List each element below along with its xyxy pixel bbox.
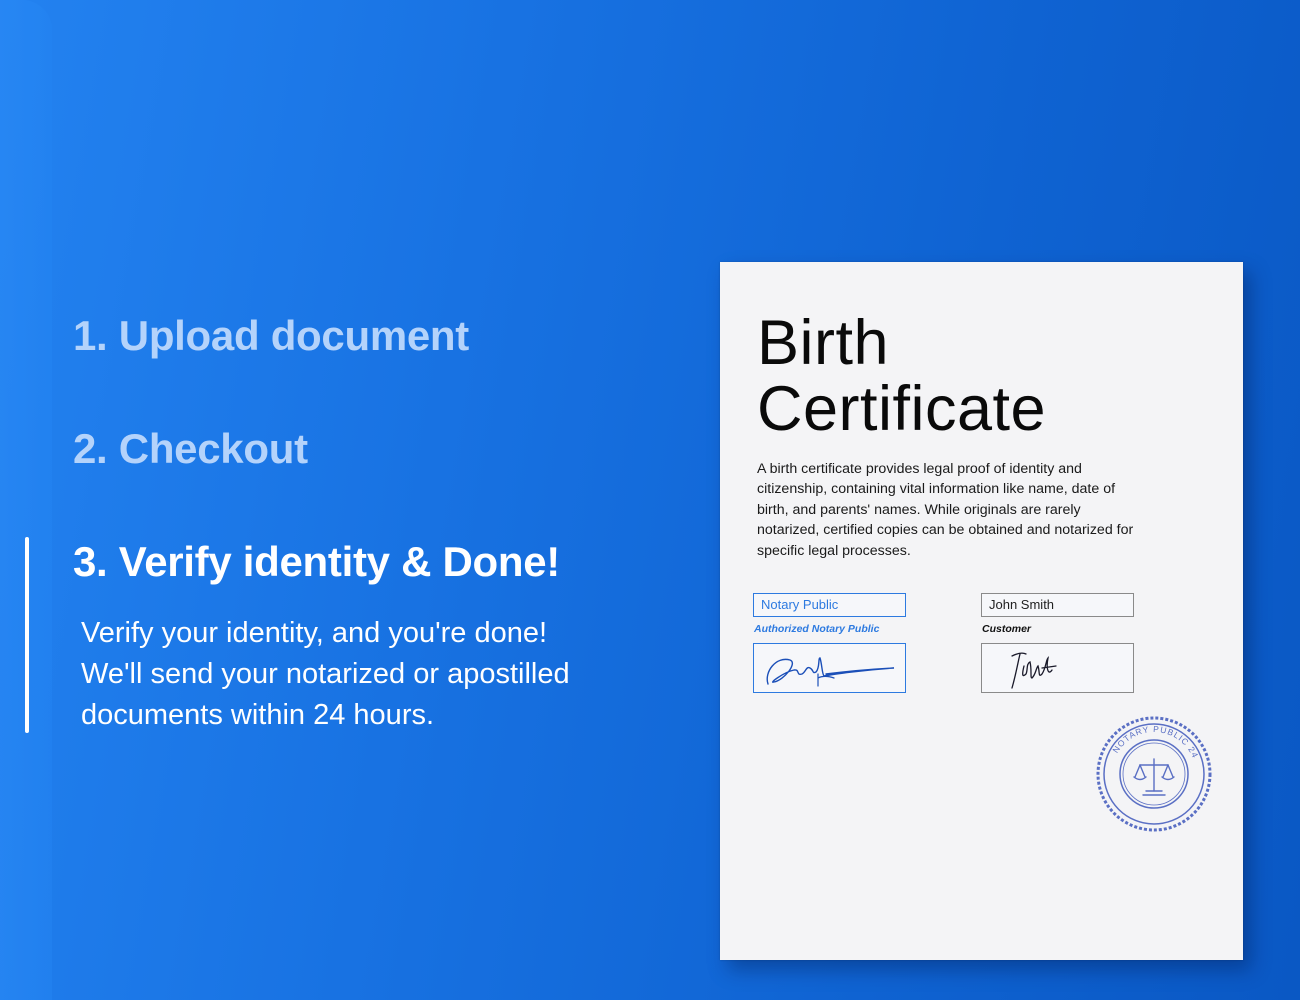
customer-name-field: John Smith (981, 593, 1134, 617)
seal-text: NOTARY PUBLIC 24 (1110, 724, 1199, 760)
certificate-body-text: A birth certificate provides legal proof… (757, 461, 1134, 559)
certificate-title: Birth Certificate (757, 308, 1047, 444)
notary-signature-icon (766, 657, 895, 687)
notary-name-field: Notary Public (753, 593, 906, 617)
steps-panel: 1. Upload document 2. Checkout 3. Verify… (0, 0, 680, 1000)
step-upload-document[interactable]: 1. Upload document (73, 312, 469, 360)
customer-signature-icon (1011, 652, 1057, 689)
notary-signature-box (753, 643, 906, 693)
notary-caption: Authorized Notary Public (754, 623, 880, 635)
step-checkout[interactable]: 2. Checkout (73, 425, 308, 473)
step-verify-identity[interactable]: 3. Verify identity & Done! (73, 538, 560, 586)
active-step-indicator (25, 537, 29, 733)
birth-certificate-document: Birth Certificate A birth certificate pr… (720, 262, 1243, 960)
notary-seal: NOTARY PUBLIC 24 (1095, 715, 1213, 833)
active-step-description: Verify your identity, and you're done! W… (81, 617, 570, 731)
customer-signature-box (981, 643, 1134, 693)
customer-caption: Customer (982, 623, 1032, 635)
notary-seal-icon: NOTARY PUBLIC 24 (1096, 716, 1212, 832)
svg-text:NOTARY PUBLIC 24: NOTARY PUBLIC 24 (1110, 724, 1200, 760)
